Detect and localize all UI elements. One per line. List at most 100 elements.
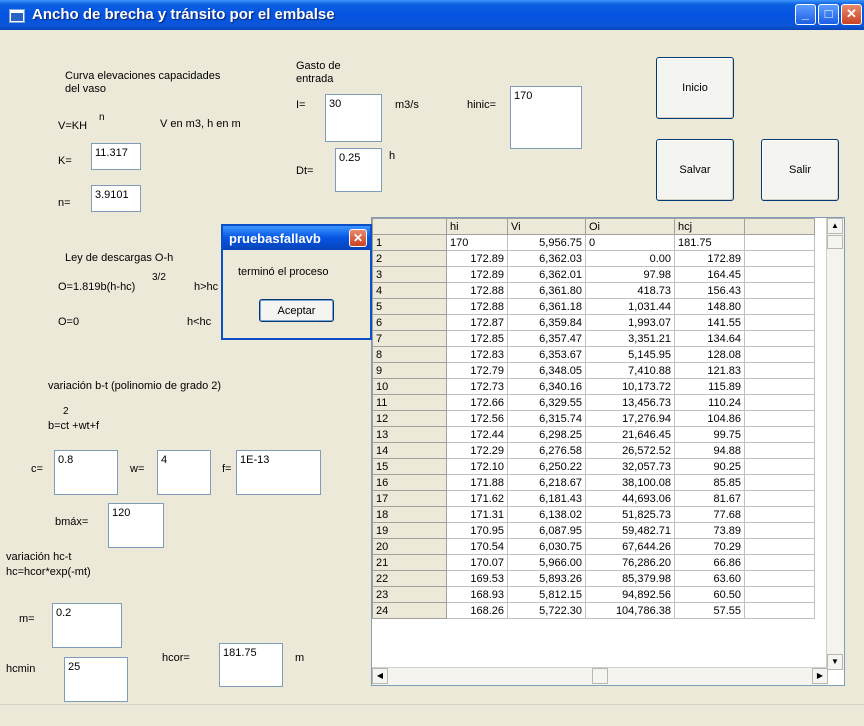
- cell-vi[interactable]: 6,353.67: [507, 346, 586, 363]
- table-row[interactable]: 11 172.66 6,329.55 13,456.73 110.24: [372, 394, 815, 411]
- cell-empty[interactable]: [744, 458, 815, 475]
- cell-hcj[interactable]: 141.55: [674, 314, 745, 331]
- cell-hcj[interactable]: 77.68: [674, 506, 745, 523]
- table-row[interactable]: 23 168.93 5,812.15 94,892.56 60.50: [372, 586, 815, 603]
- table-row[interactable]: 17 171.62 6,181.43 44,693.06 81.67: [372, 490, 815, 507]
- table-row[interactable]: 6 172.87 6,359.84 1,993.07 141.55: [372, 314, 815, 331]
- cell-hi[interactable]: 172.87: [446, 314, 508, 331]
- cell-hi[interactable]: 171.62: [446, 490, 508, 507]
- vertical-scroll-thumb[interactable]: [827, 235, 843, 249]
- cell-oi[interactable]: 13,456.73: [585, 394, 675, 411]
- cell-hi[interactable]: 172.89: [446, 250, 508, 267]
- cell-vi[interactable]: 6,359.84: [507, 314, 586, 331]
- cell-empty[interactable]: [744, 602, 815, 619]
- cell-oi[interactable]: 1,031.44: [585, 298, 675, 315]
- cell-vi[interactable]: 6,298.25: [507, 426, 586, 443]
- cell-empty[interactable]: [744, 554, 815, 571]
- cell-oi[interactable]: 7,410.88: [585, 362, 675, 379]
- cell-empty[interactable]: [744, 474, 815, 491]
- cell-empty[interactable]: [744, 330, 815, 347]
- header-oi[interactable]: Oi: [585, 218, 675, 235]
- cell-empty[interactable]: [744, 586, 815, 603]
- cell-vi[interactable]: 6,218.67: [507, 474, 586, 491]
- cell-hi[interactable]: 170.95: [446, 522, 508, 539]
- salvar-button[interactable]: Salvar: [656, 139, 734, 201]
- cell-hi[interactable]: 170.07: [446, 554, 508, 571]
- cell-hi[interactable]: 172.29: [446, 442, 508, 459]
- cell-hcj[interactable]: 128.08: [674, 346, 745, 363]
- cell-oi[interactable]: 85,379.98: [585, 570, 675, 587]
- cell-hi[interactable]: 172.89: [446, 266, 508, 283]
- cell-oi[interactable]: 51,825.73: [585, 506, 675, 523]
- cell-hi[interactable]: 169.53: [446, 570, 508, 587]
- cell-vi[interactable]: 6,362.01: [507, 266, 586, 283]
- table-row[interactable]: 21 170.07 5,966.00 76,286.20 66.86: [372, 554, 815, 571]
- table-row[interactable]: 10 172.73 6,340.16 10,173.72 115.89: [372, 378, 815, 395]
- cell-hi[interactable]: 171.88: [446, 474, 508, 491]
- vertical-scrollbar[interactable]: ▲ ▼: [826, 218, 844, 670]
- cell-oi[interactable]: 1,993.07: [585, 314, 675, 331]
- cell-vi[interactable]: 6,361.18: [507, 298, 586, 315]
- cell-vi[interactable]: 6,181.43: [507, 490, 586, 507]
- cell-hcj[interactable]: 73.89: [674, 522, 745, 539]
- c-input[interactable]: 0.8: [54, 450, 118, 495]
- cell-empty[interactable]: [744, 570, 815, 587]
- w-input[interactable]: 4: [157, 450, 211, 495]
- cell-vi[interactable]: 5,812.15: [507, 586, 586, 603]
- i-input[interactable]: 30: [325, 94, 382, 142]
- table-row[interactable]: 24 168.26 5,722.30 104,786.38 57.55: [372, 602, 815, 619]
- cell-hcj[interactable]: 121.83: [674, 362, 745, 379]
- cell-oi[interactable]: 21,646.45: [585, 426, 675, 443]
- cell-vi[interactable]: 6,250.22: [507, 458, 586, 475]
- cell-hi[interactable]: 170.54: [446, 538, 508, 555]
- hcmin-input[interactable]: 25: [64, 657, 128, 702]
- cell-hcj[interactable]: 148.80: [674, 298, 745, 315]
- cell-hi[interactable]: 172.56: [446, 410, 508, 427]
- scroll-right-arrow-icon[interactable]: ▶: [812, 668, 828, 684]
- cell-hcj[interactable]: 164.45: [674, 266, 745, 283]
- cell-hcj[interactable]: 99.75: [674, 426, 745, 443]
- bmax-input[interactable]: 120: [108, 503, 164, 548]
- cell-hcj[interactable]: 104.86: [674, 410, 745, 427]
- cell-vi[interactable]: 6,361.80: [507, 282, 586, 299]
- cell-empty[interactable]: [744, 394, 815, 411]
- cell-empty[interactable]: [744, 410, 815, 427]
- cell-empty[interactable]: [744, 314, 815, 331]
- cell-hi[interactable]: 172.79: [446, 362, 508, 379]
- cell-vi[interactable]: 6,348.05: [507, 362, 586, 379]
- cell-oi[interactable]: 59,482.71: [585, 522, 675, 539]
- cell-oi[interactable]: 418.73: [585, 282, 675, 299]
- cell-empty[interactable]: [744, 490, 815, 507]
- cell-oi[interactable]: 32,057.73: [585, 458, 675, 475]
- cell-empty[interactable]: [744, 426, 815, 443]
- cell-vi[interactable]: 6,276.58: [507, 442, 586, 459]
- minimize-button[interactable]: _: [795, 4, 816, 25]
- f-input[interactable]: 1E-13: [236, 450, 321, 495]
- cell-hi[interactable]: 171.31: [446, 506, 508, 523]
- cell-empty[interactable]: [744, 538, 815, 555]
- dialog-close-icon[interactable]: ✕: [349, 229, 367, 247]
- cell-oi[interactable]: 104,786.38: [585, 602, 675, 619]
- cell-hcj[interactable]: 85.85: [674, 474, 745, 491]
- table-row[interactable]: 8 172.83 6,353.67 5,145.95 128.08: [372, 346, 815, 363]
- cell-hcj[interactable]: 172.89: [674, 250, 745, 267]
- cell-vi[interactable]: 5,722.30: [507, 602, 586, 619]
- cell-oi[interactable]: 0.00: [585, 250, 675, 267]
- cell-hcj[interactable]: 110.24: [674, 394, 745, 411]
- cell-hcj[interactable]: 66.86: [674, 554, 745, 571]
- table-row[interactable]: 19 170.95 6,087.95 59,482.71 73.89: [372, 522, 815, 539]
- cell-hcj[interactable]: 70.29: [674, 538, 745, 555]
- cell-oi[interactable]: 97.98: [585, 266, 675, 283]
- cell-empty[interactable]: [744, 234, 815, 251]
- cell-empty[interactable]: [744, 362, 815, 379]
- aceptar-button[interactable]: Aceptar: [259, 299, 334, 322]
- cell-empty[interactable]: [744, 298, 815, 315]
- dialog-title-bar[interactable]: pruebasfallavb ✕: [223, 226, 370, 250]
- cell-vi[interactable]: 6,340.16: [507, 378, 586, 395]
- scroll-up-arrow-icon[interactable]: ▲: [827, 218, 843, 234]
- cell-hcj[interactable]: 156.43: [674, 282, 745, 299]
- cell-hi[interactable]: 170: [446, 234, 508, 251]
- cell-hcj[interactable]: 181.75: [674, 234, 745, 251]
- cell-oi[interactable]: 17,276.94: [585, 410, 675, 427]
- cell-hi[interactable]: 172.83: [446, 346, 508, 363]
